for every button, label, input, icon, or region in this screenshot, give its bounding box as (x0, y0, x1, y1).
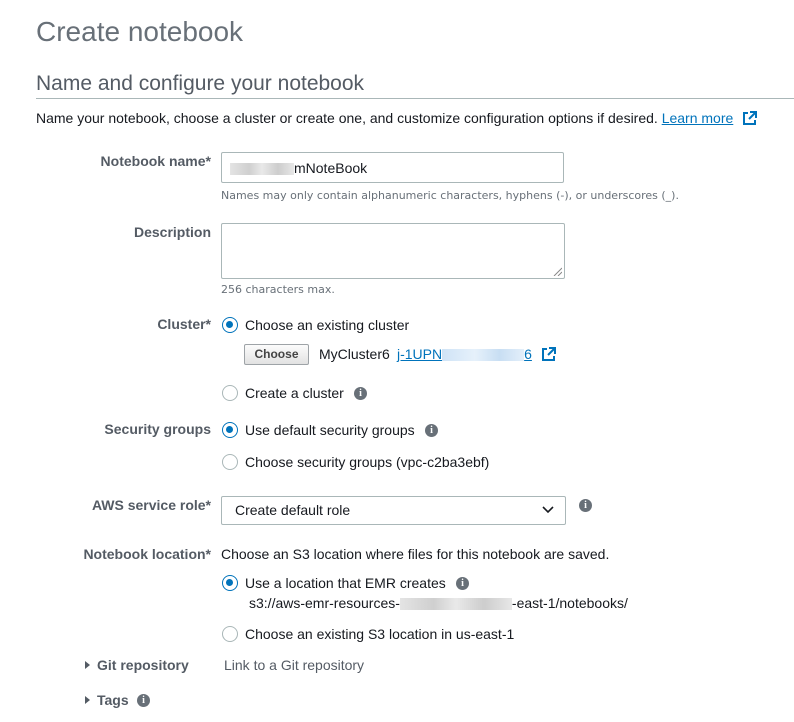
radio-emr-location[interactable] (222, 575, 238, 591)
description-textarea[interactable] (221, 223, 565, 279)
s3-path-prefix: s3://aws-emr-resources- (249, 595, 400, 611)
s3-location-path: s3://aws-emr-resources- -east-1/notebooks… (249, 595, 628, 611)
description-hint: 256 characters max. (221, 283, 335, 296)
existing-cluster-label[interactable]: Choose an existing cluster (245, 317, 409, 333)
notebook-name-value: mNoteBook (294, 160, 368, 176)
radio-choose-security-groups[interactable] (222, 454, 238, 470)
security-groups-label: Security groups (104, 421, 211, 437)
caret-right-icon[interactable] (85, 696, 90, 704)
info-icon[interactable]: i (579, 499, 592, 512)
notebook-name-label: Notebook name* (100, 153, 211, 169)
chevron-down-icon (542, 506, 554, 514)
choose-security-groups-label[interactable]: Choose security groups (vpc-c2ba3ebf) (245, 454, 489, 470)
default-security-groups-label[interactable]: Use default security groups (245, 422, 415, 438)
info-icon[interactable]: i (354, 387, 367, 400)
service-role-value: Create default role (235, 502, 351, 518)
radio-existing-cluster[interactable] (222, 317, 238, 333)
redacted-text (442, 349, 525, 362)
cluster-id-prefix[interactable]: j-1UPN (397, 346, 442, 362)
cluster-label: Cluster* (157, 316, 211, 332)
radio-default-security-groups[interactable] (222, 422, 238, 438)
external-link-icon[interactable] (541, 347, 556, 365)
choose-cluster-button[interactable]: Choose (244, 344, 309, 365)
caret-right-icon[interactable] (85, 661, 90, 669)
intro-text: Name your notebook, choose a cluster or … (36, 110, 658, 126)
section-divider (36, 98, 794, 99)
redacted-text (230, 163, 294, 176)
section-title: Name and configure your notebook (36, 72, 365, 95)
radio-existing-s3-location[interactable] (222, 626, 238, 642)
existing-s3-location-label[interactable]: Choose an existing S3 location in us-eas… (245, 626, 514, 642)
redacted-text (399, 598, 512, 611)
cluster-id-link[interactable]: j-1UPN 6 (397, 346, 556, 365)
create-cluster-label[interactable]: Create a cluster (245, 385, 344, 401)
git-repository-expander[interactable]: Git repository (97, 657, 189, 673)
info-icon[interactable]: i (137, 694, 150, 707)
description-label: Description (133, 224, 211, 240)
radio-create-cluster[interactable] (222, 385, 238, 401)
service-role-select[interactable]: Create default role (221, 496, 566, 525)
notebook-location-label: Notebook location* (83, 546, 211, 562)
notebook-location-description: Choose an S3 location where files for th… (221, 546, 610, 562)
page-title: Create notebook (36, 16, 244, 47)
git-repository-link-text: Link to a Git repository (224, 657, 365, 673)
external-link-icon[interactable] (742, 111, 758, 129)
resize-grip-icon[interactable] (552, 266, 562, 276)
info-icon[interactable]: i (425, 424, 438, 437)
cluster-id-suffix[interactable]: 6 (524, 346, 532, 362)
notebook-name-input[interactable]: mNoteBook (221, 152, 564, 183)
section-intro: Name your notebook, choose a cluster or … (36, 110, 758, 129)
notebook-name-hint: Names may only contain alphanumeric char… (221, 189, 679, 202)
emr-location-label[interactable]: Use a location that EMR creates (245, 575, 446, 591)
tags-expander[interactable]: Tags (97, 692, 129, 708)
service-role-label: AWS service role* (91, 497, 211, 513)
s3-path-suffix: -east-1/notebooks/ (511, 595, 628, 611)
cluster-name: MyCluster6 (319, 346, 390, 362)
info-icon[interactable]: i (456, 577, 469, 590)
learn-more-link[interactable]: Learn more (662, 110, 734, 126)
